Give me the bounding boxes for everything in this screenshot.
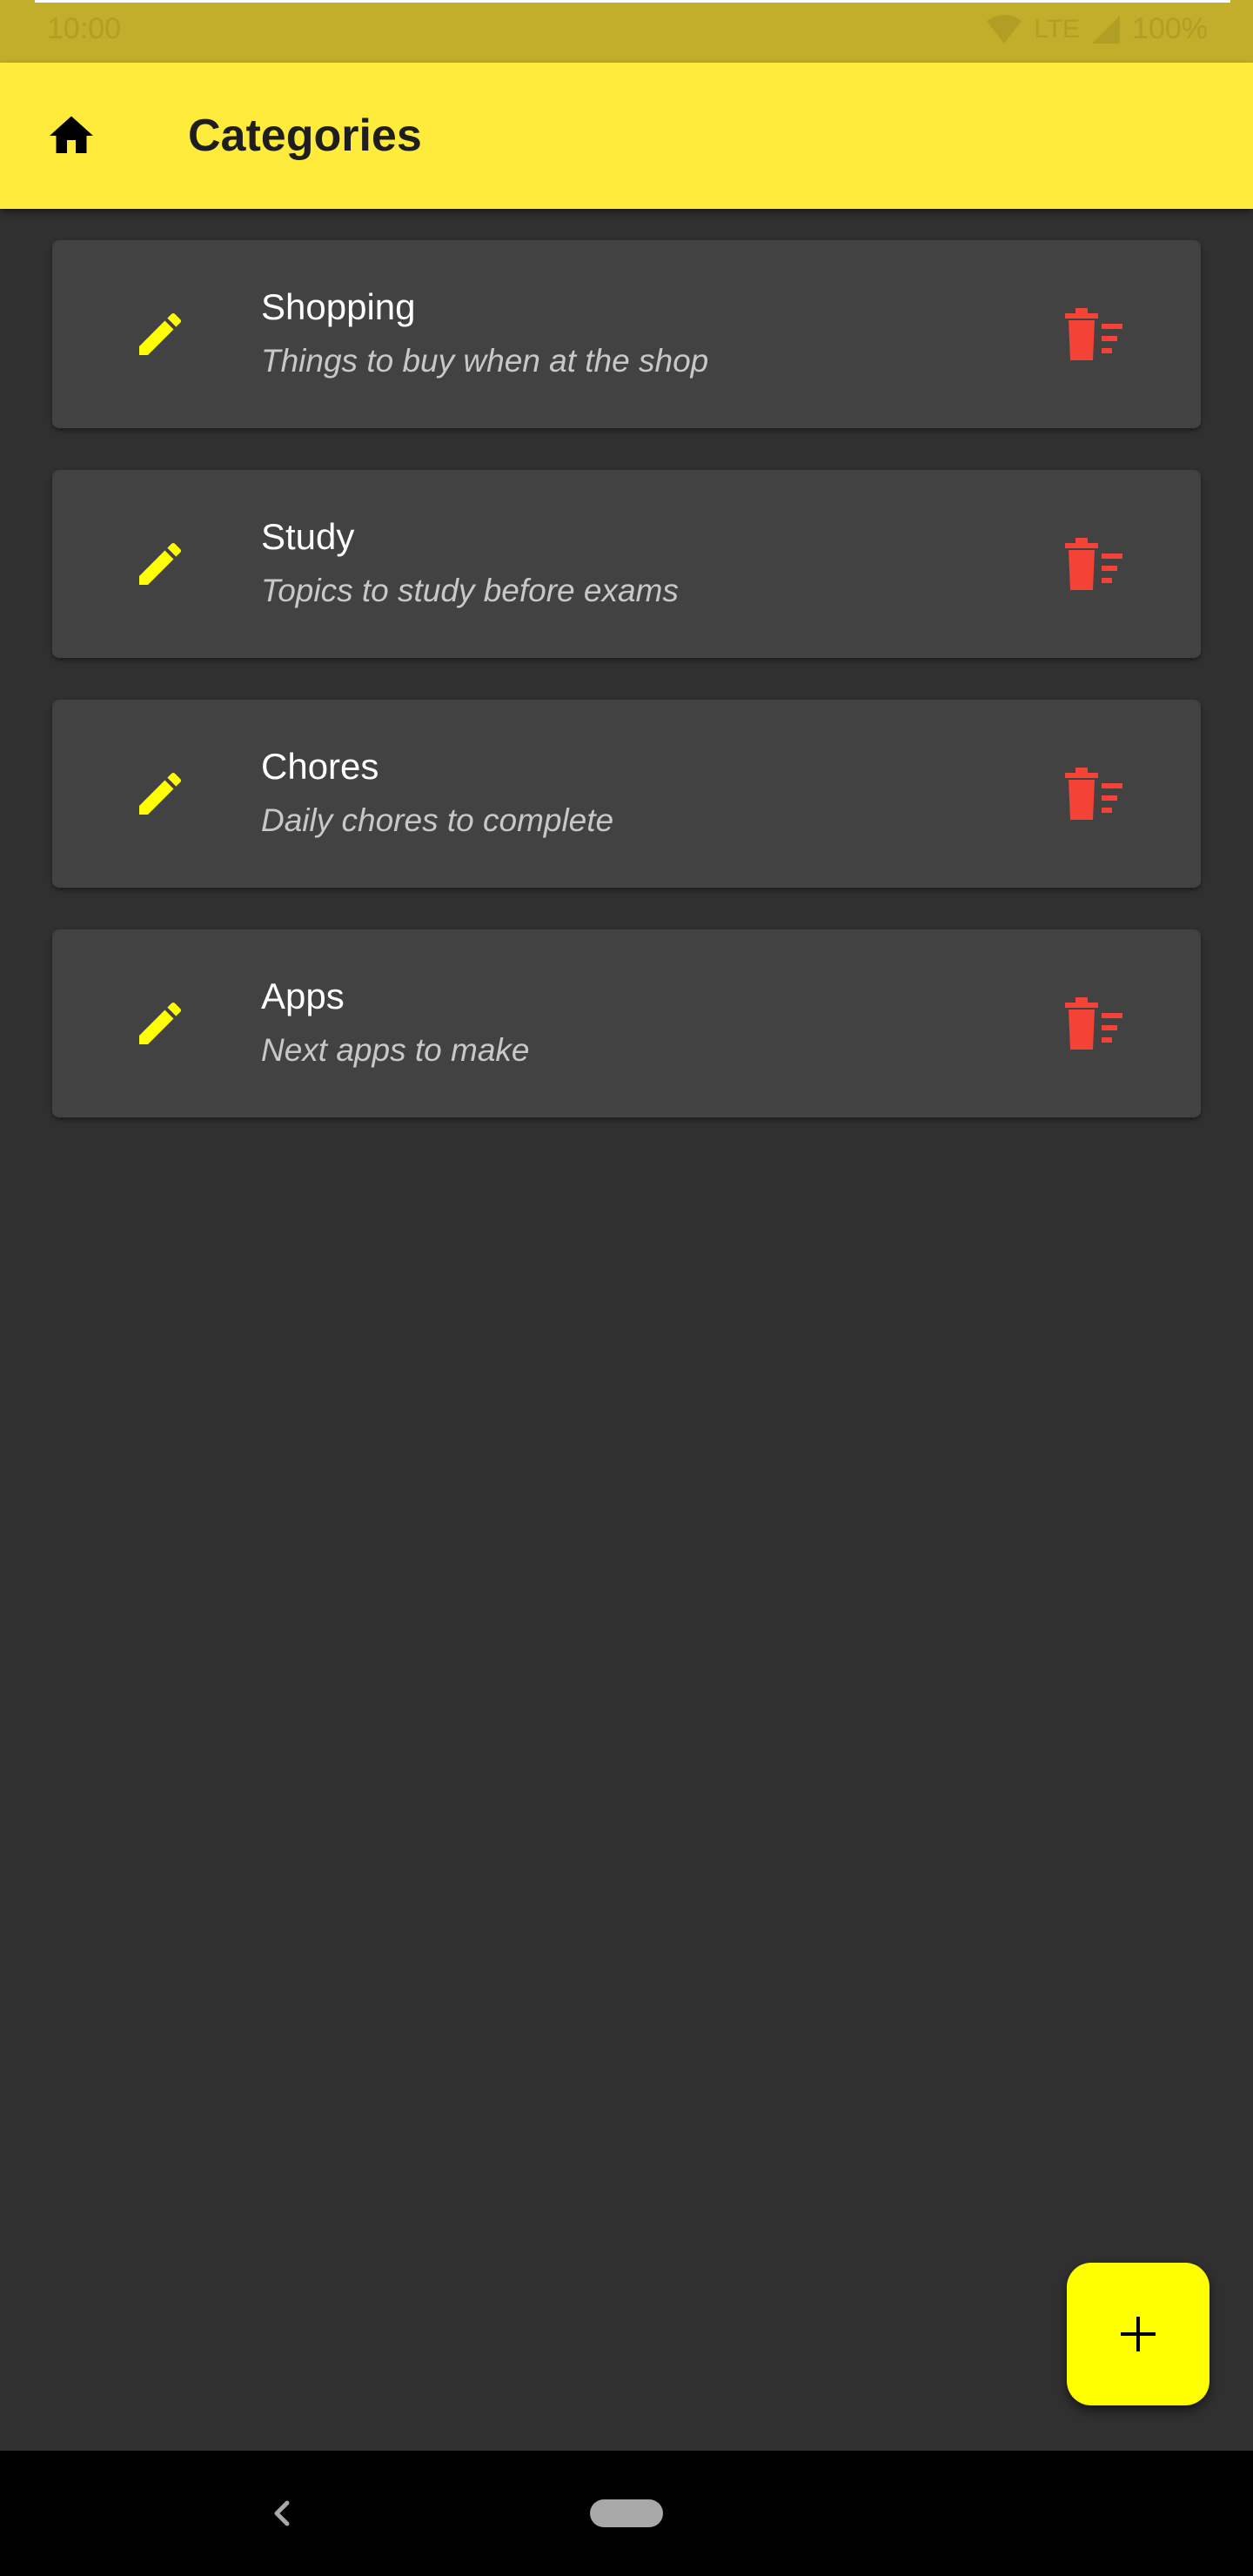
category-description: Next apps to make xyxy=(261,1032,530,1068)
status-divider xyxy=(35,0,1230,3)
page-title: Categories xyxy=(188,111,422,161)
add-category-button[interactable] xyxy=(1067,2263,1209,2405)
status-bar: 10:00 LTE 100% xyxy=(0,0,1253,63)
plus-icon xyxy=(1121,2317,1156,2351)
edit-button[interactable] xyxy=(132,536,188,592)
home-pill-button[interactable] xyxy=(590,2499,663,2527)
back-button[interactable] xyxy=(265,2489,296,2538)
chevron-left-icon xyxy=(274,2500,290,2526)
edit-button[interactable] xyxy=(132,766,188,822)
app-bar: Categories xyxy=(0,63,1253,209)
delete-sweep-icon xyxy=(1065,997,1122,1050)
category-title: Chores xyxy=(261,746,379,787)
edit-button[interactable] xyxy=(132,996,188,1051)
home-button[interactable] xyxy=(45,110,97,162)
status-time: 10:00 xyxy=(47,12,122,45)
pencil-icon xyxy=(139,312,182,355)
delete-button[interactable] xyxy=(1065,768,1122,820)
edit-button[interactable] xyxy=(132,306,188,362)
wifi-icon xyxy=(987,14,1022,44)
category-title: Shopping xyxy=(261,286,416,327)
delete-button[interactable] xyxy=(1065,997,1122,1050)
category-card-shopping[interactable]: Shopping Things to buy when at the shop xyxy=(52,240,1201,428)
delete-sweep-icon xyxy=(1065,308,1122,360)
delete-button[interactable] xyxy=(1065,308,1122,360)
category-card-chores[interactable]: Chores Daily chores to complete xyxy=(52,700,1201,888)
category-card-study[interactable]: Study Topics to study before exams xyxy=(52,470,1201,658)
network-type: LTE xyxy=(1034,14,1081,44)
cell-signal-icon xyxy=(1092,15,1121,44)
pencil-icon xyxy=(139,772,182,815)
home-icon xyxy=(50,116,93,153)
category-title: Study xyxy=(261,516,355,557)
category-card-apps[interactable]: Apps Next apps to make xyxy=(52,929,1201,1117)
pencil-icon xyxy=(139,1002,182,1044)
delete-button[interactable] xyxy=(1065,538,1122,590)
delete-sweep-icon xyxy=(1065,538,1122,590)
category-title: Apps xyxy=(261,976,345,1016)
battery-level: 100% xyxy=(1132,12,1208,45)
category-list: Shopping Things to buy when at the shop … xyxy=(52,240,1201,1159)
category-description: Daily chores to complete xyxy=(261,802,614,838)
category-description: Things to buy when at the shop xyxy=(261,343,709,379)
status-indicators: LTE 100% xyxy=(985,12,1208,46)
delete-sweep-icon xyxy=(1065,768,1122,820)
pencil-icon xyxy=(139,542,182,585)
system-navigation-bar xyxy=(0,2451,1253,2576)
category-description: Topics to study before exams xyxy=(261,573,679,608)
